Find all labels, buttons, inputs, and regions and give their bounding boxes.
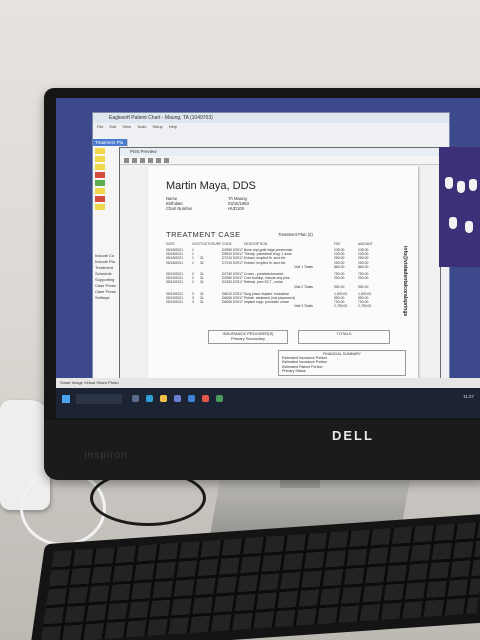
col-visit: VISIT (192, 242, 201, 246)
insurance-sub: Primary Secondary (230, 336, 265, 341)
monitor-bezel-bottom: DELL Inspiron (44, 420, 480, 480)
col-fee: FEE (334, 242, 341, 246)
col-surf: SURF (212, 242, 222, 246)
windows-taskbar: 11:27 (56, 388, 480, 418)
inspiron-label: Inspiron (84, 450, 128, 461)
plan-row[interactable] (95, 196, 105, 202)
patient-info-labels: Name Birthdate Chart Number (166, 196, 192, 211)
doctor-name: Martin Maya, DDS (166, 180, 256, 192)
dell-logo: DELL (332, 428, 374, 443)
visit-total-row: Visit 2 Totals 950.00 950.00 (166, 285, 396, 289)
col-code: CODE (222, 242, 232, 246)
plan-row[interactable] (95, 148, 105, 154)
menu-view[interactable]: View (122, 123, 131, 130)
chrome-icon[interactable] (202, 395, 209, 402)
print-preview-toolbar (120, 156, 440, 165)
visit-total-fee: 2,750.00 (334, 304, 348, 309)
print-preview-title: Print Preview (120, 148, 440, 156)
totals-title: TOTALS (336, 331, 352, 336)
file-explorer-icon[interactable] (160, 395, 167, 402)
taskbar-clock[interactable]: 11:27 (463, 394, 474, 399)
plan-row[interactable] (95, 180, 105, 186)
print-icon[interactable] (156, 157, 161, 163)
tooth-chart-panel (439, 147, 480, 267)
table-header: DATE VISIT TOOTH SURF CODE DESCRIPTION F… (166, 242, 396, 246)
monitor: Eaglesoft Patient Chart - Maung, TA (104… (44, 88, 480, 480)
prev-page-icon[interactable] (132, 157, 137, 163)
visit-total-amt: 2,750.00 (358, 304, 372, 309)
tooth-icon[interactable] (445, 177, 453, 189)
next-page-icon[interactable] (140, 157, 145, 163)
chart-number-value: HUD100 (228, 206, 245, 211)
taskbar-search[interactable] (76, 394, 122, 404)
treatment-plan-label: Treatment Plan (2) (278, 232, 313, 237)
financial-summary-box: FINANCIAL SUMMARY Estimated Insurance Po… (278, 350, 406, 376)
plan-row[interactable] (95, 204, 105, 210)
tooth-icon[interactable] (465, 221, 473, 233)
menu-tools[interactable]: Tools (137, 123, 146, 130)
financial-line: Primary Status (282, 368, 306, 373)
total-spacer (166, 265, 294, 269)
start-icon[interactable] (62, 395, 70, 403)
insurance-box: INSURANCE PROVIDER(S) Primary Secondary (208, 330, 288, 344)
first-page-icon[interactable] (124, 157, 129, 163)
tooth-icon[interactable] (457, 181, 465, 193)
zoom-icon[interactable] (164, 157, 169, 163)
plan-row[interactable] (95, 172, 105, 178)
app-title-bar: Eaglesoft Patient Chart - Maung, TA (104… (93, 113, 449, 123)
edge-icon[interactable] (146, 395, 153, 402)
menu-edit[interactable]: Edit (109, 123, 116, 130)
total-spacer (166, 285, 294, 289)
treatment-rows: 05/18/2021 1 D2950 D2917 Bone repl graft ri… (166, 248, 396, 312)
app-status-bar: Smart Image Virtual Share Photo (56, 378, 480, 388)
eaglesoft-window: Eaglesoft Patient Chart - Maung, TA (104… (92, 112, 480, 395)
practice-email: info@vistadentalcoralsprings (402, 246, 408, 317)
chart-number-label: Chart Number (166, 206, 193, 211)
visit-total-row: Visit 3 Totals 2,750.00 2,750.00 (166, 304, 396, 308)
menu-setup[interactable]: Setup (152, 123, 162, 130)
store-icon[interactable] (174, 395, 181, 402)
col-description: DESCRIPTION (244, 242, 268, 246)
last-page-icon[interactable] (148, 157, 153, 163)
visit-total-amt: 950.00 (358, 284, 369, 289)
plan-row[interactable] (95, 156, 105, 162)
visit-total-amt: 860.00 (358, 264, 369, 269)
visit-total-row: Visit 1 Totals 860.00 860.00 (166, 265, 396, 269)
tab-treatment-plan[interactable]: Treatment Pla (93, 139, 127, 146)
photo-scene: Eaglesoft Patient Chart - Maung, TA (104… (0, 0, 480, 640)
keyboard-keys (40, 521, 480, 640)
eaglesoft-icon[interactable] (216, 395, 223, 402)
total-spacer (166, 304, 294, 308)
col-tooth: TOOTH (200, 242, 212, 246)
mail-icon[interactable] (188, 395, 195, 402)
task-view-icon[interactable] (132, 395, 139, 402)
print-preview-window: Print Preview Martin Maya, DDS Name Birt… (119, 147, 441, 395)
visit-total-fee: 860.00 (334, 264, 345, 269)
tooth-icon[interactable] (449, 217, 457, 229)
document-page: Martin Maya, DDS Name Birthdate Chart Nu… (148, 166, 418, 380)
monitor-screen: Eaglesoft Patient Chart - Maung, TA (104… (56, 98, 480, 418)
col-amount: AMOUNT (358, 242, 373, 246)
patient-info-values: TA Maung 03/15/1983 HUD100 (228, 196, 249, 211)
visit-total-label: Visit 3 Totals (294, 304, 313, 309)
totals-box: TOTALS (298, 330, 390, 344)
plan-row[interactable] (95, 188, 105, 194)
tooth-icon[interactable] (469, 179, 477, 191)
plan-row[interactable] (95, 164, 105, 170)
app-menu-bar: File Edit View Tools Setup Help (93, 123, 449, 130)
visit-total-fee: 950.00 (334, 284, 345, 289)
section-title: TREATMENT CASE (166, 230, 241, 239)
visit-total-label: Visit 1 Totals (294, 264, 313, 269)
col-date: DATE (166, 242, 175, 246)
menu-help[interactable]: Help (169, 123, 177, 130)
menu-file[interactable]: File (97, 123, 103, 130)
visit-total-label: Visit 2 Totals (294, 284, 313, 289)
